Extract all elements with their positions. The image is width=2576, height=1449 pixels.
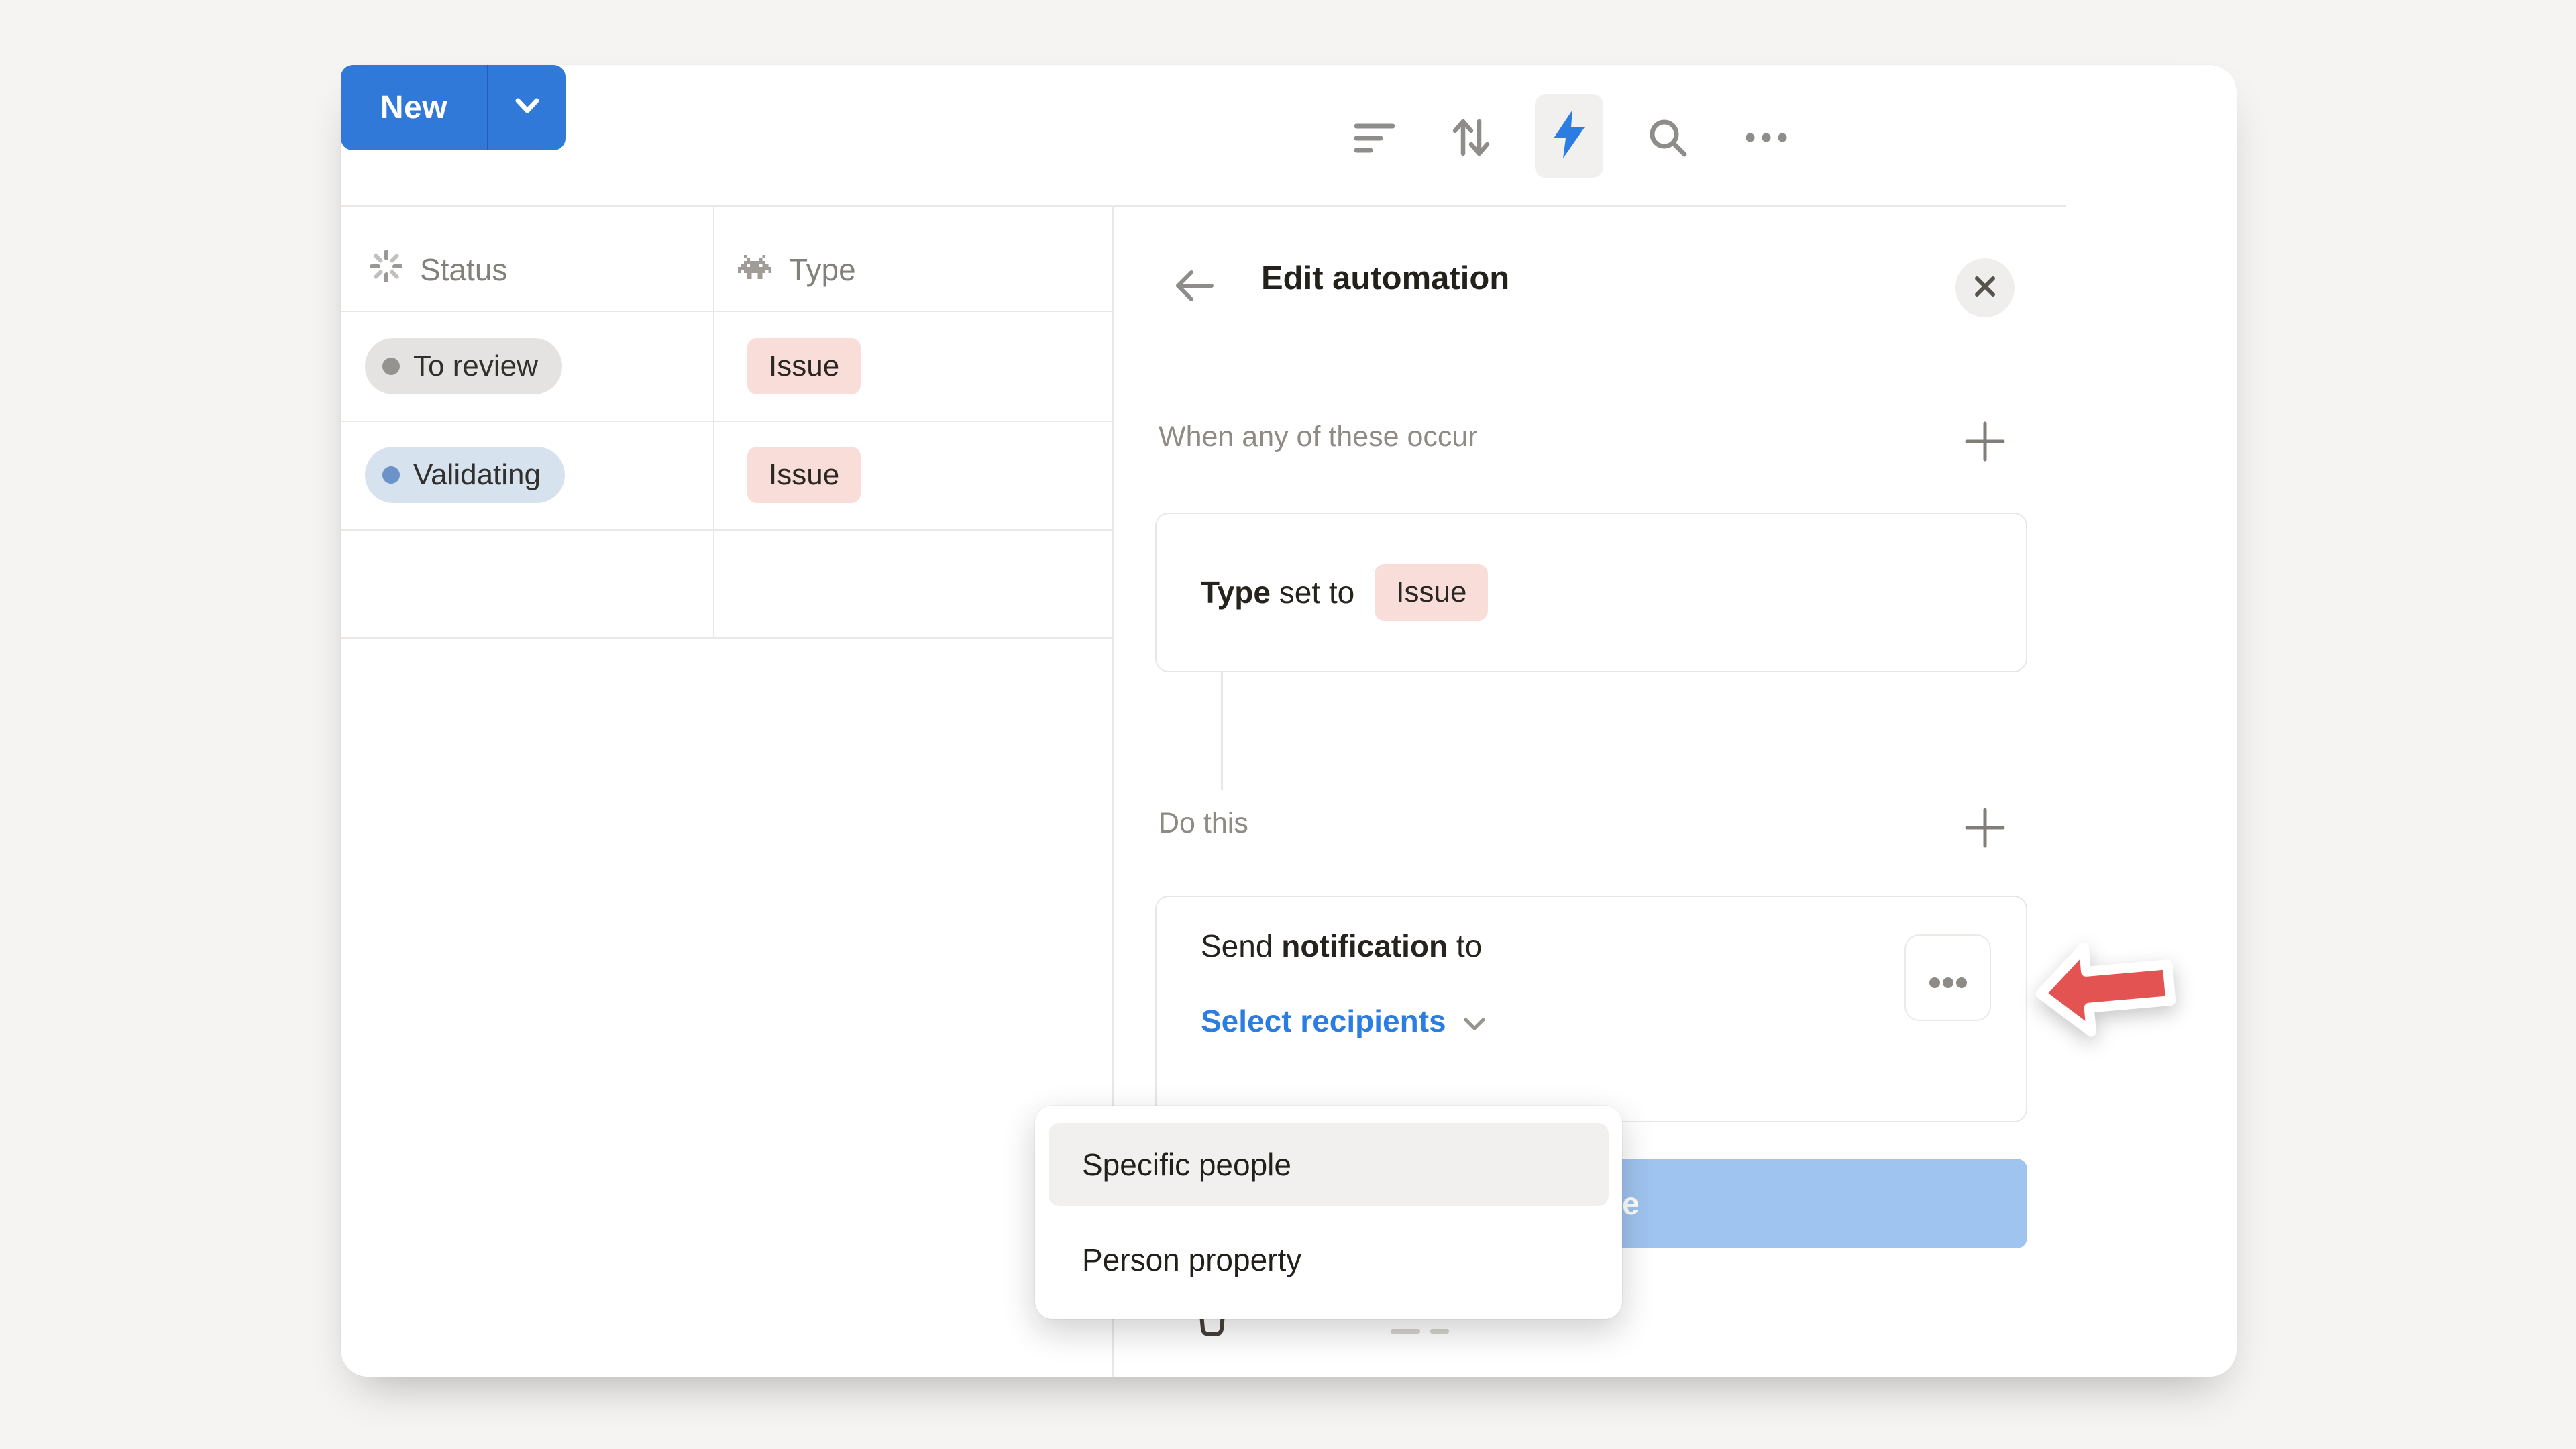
status-pill: To review: [365, 338, 562, 394]
type-tag: Issue: [747, 338, 861, 394]
trigger-property: Type: [1201, 575, 1271, 610]
panel-title: Edit automation: [1261, 260, 1509, 297]
row-divider: [341, 311, 1112, 312]
action-card[interactable]: Send notification to Select recipients: [1155, 896, 2027, 1122]
column-header-label: Status: [420, 252, 507, 288]
red-annotation-arrow-icon: [2030, 931, 2181, 1049]
close-button[interactable]: [1955, 258, 2015, 317]
chevron-down-icon: [513, 97, 541, 118]
screen: New: [0, 0, 2576, 1449]
row-divider: [341, 421, 1112, 422]
hidden-text-fragment: [1391, 1329, 1420, 1334]
app-window: New: [341, 65, 2237, 1377]
hidden-text-fragment: [1430, 1329, 1449, 1334]
new-button-label[interactable]: New: [341, 65, 487, 150]
close-icon: [1974, 275, 1996, 301]
action-more-button[interactable]: [1904, 934, 1991, 1021]
select-recipients-dropdown[interactable]: Select recipients: [1201, 1003, 1487, 1039]
table-cell-status[interactable]: To review: [365, 338, 562, 394]
sort-arrows-icon: [1450, 115, 1493, 164]
action-text: Send notification to: [1201, 928, 1982, 964]
trigger-value-tag: Issue: [1375, 564, 1488, 621]
table-cell-type[interactable]: Issue: [747, 447, 861, 503]
ellipsis-icon: [1744, 131, 1788, 147]
plus-icon: [1963, 806, 2007, 853]
status-label: To review: [413, 350, 538, 383]
ellipsis-icon: [1929, 960, 1968, 996]
status-label: Validating: [413, 458, 541, 492]
trigger-operator: set to: [1279, 575, 1355, 610]
back-arrow-icon: [1173, 297, 1216, 308]
row-divider: [341, 637, 1112, 639]
status-pill: Validating: [365, 447, 565, 503]
type-tag: Issue: [747, 447, 861, 503]
status-dot-icon: [382, 466, 400, 484]
search-button[interactable]: [1641, 112, 1695, 166]
column-header-label: Type: [789, 252, 856, 288]
automations-button[interactable]: [1535, 94, 1603, 178]
toolbar-divider: [341, 205, 2066, 207]
bug-icon: [738, 252, 771, 288]
trigger-section-label: When any of these occur: [1159, 421, 1478, 453]
new-dropdown-button[interactable]: [488, 65, 566, 150]
row-divider: [341, 529, 1112, 531]
column-header-status[interactable]: Status: [370, 229, 507, 310]
flow-connector-line: [1221, 672, 1223, 790]
dropdown-item-specific-people[interactable]: Specific people: [1049, 1123, 1609, 1206]
status-spinner-icon: [370, 250, 402, 290]
table-cell-type[interactable]: Issue: [747, 338, 861, 394]
status-dot-icon: [382, 358, 400, 375]
trigger-card[interactable]: Type set to Issue: [1155, 513, 2027, 672]
back-button[interactable]: [1173, 266, 1216, 309]
dropdown-item-person-property[interactable]: Person property: [1049, 1218, 1609, 1301]
column-header-type[interactable]: Type: [738, 229, 856, 310]
new-button[interactable]: New: [341, 65, 566, 150]
lightning-bolt-icon: [1550, 109, 1589, 163]
select-recipients-label: Select recipients: [1201, 1003, 1446, 1039]
filter-button[interactable]: [1347, 112, 1401, 166]
recipients-dropdown-menu: Specific people Person property: [1035, 1106, 1622, 1319]
more-options-button[interactable]: [1739, 112, 1793, 166]
filter-icon: [1352, 116, 1395, 162]
chevron-down-icon: [1462, 1003, 1487, 1039]
table-cell-status[interactable]: Validating: [365, 447, 565, 503]
sort-button[interactable]: [1444, 112, 1498, 166]
add-action-button[interactable]: [1962, 806, 2008, 853]
plus-icon: [1963, 419, 2007, 467]
action-section-label: Do this: [1159, 807, 1248, 840]
magnifier-icon: [1646, 115, 1690, 163]
add-trigger-button[interactable]: [1962, 419, 2008, 466]
